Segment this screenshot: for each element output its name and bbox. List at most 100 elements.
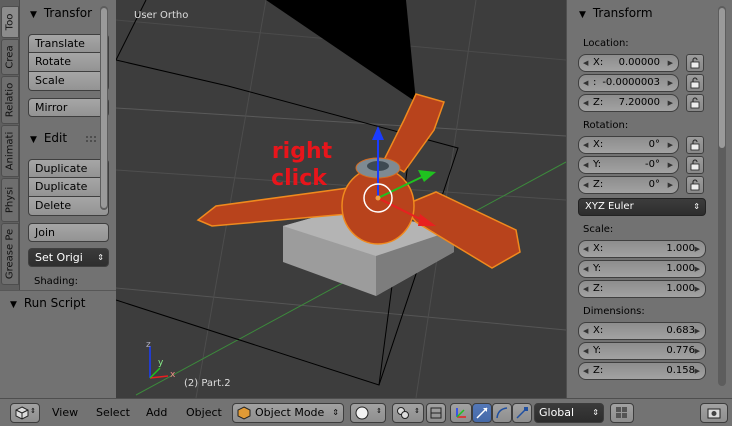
arrow-left-icon[interactable]: ◀: [583, 137, 588, 153]
orientation-dropdown[interactable]: Global ⇕: [534, 403, 604, 423]
tab-animation[interactable]: Animati: [1, 125, 19, 177]
scale-button[interactable]: Scale: [28, 72, 109, 91]
rotation-x-lock[interactable]: [686, 136, 704, 154]
arrow-right-icon[interactable]: ▶: [668, 55, 673, 71]
render-preview-button[interactable]: [700, 403, 728, 423]
layers-button[interactable]: [610, 403, 634, 423]
editor-type-button[interactable]: ⇕: [10, 403, 40, 423]
rotation-y-field[interactable]: ◀ Y: -0° ▶: [578, 156, 679, 174]
rotation-z-lock[interactable]: [686, 176, 704, 194]
arrow-right-icon[interactable]: ▶: [695, 323, 700, 339]
arrow-left-icon[interactable]: ◀: [583, 95, 588, 111]
camera-icon: [707, 408, 721, 419]
view-menu[interactable]: View: [52, 406, 78, 419]
scrollbar-thumb[interactable]: [719, 8, 725, 148]
add-menu[interactable]: Add: [146, 406, 167, 419]
rotation-y-lock[interactable]: [686, 156, 704, 174]
select-menu[interactable]: Select: [96, 406, 130, 419]
scale-z-field[interactable]: ◀ Z: 1.000 ▶: [578, 280, 706, 298]
collapse-triangle-icon: ▼: [30, 135, 37, 145]
mirror-button[interactable]: Mirror: [28, 98, 109, 117]
arrow-right-icon[interactable]: ▶: [668, 137, 673, 153]
scale-y-field[interactable]: ◀ Y: 1.000 ▶: [578, 260, 706, 278]
dimensions-x-field[interactable]: ◀ X: 0.683 ▶: [578, 322, 706, 340]
pivot-point-dropdown[interactable]: ⇕: [392, 403, 424, 423]
arrow-right-icon[interactable]: ▶: [695, 261, 700, 277]
tab-relations[interactable]: Relatio: [1, 76, 19, 124]
tab-grease-pencil[interactable]: Grease Pe: [1, 223, 19, 285]
set-origin-dropdown[interactable]: Set Origi ⇕: [28, 248, 109, 267]
dimensions-y-field[interactable]: ◀ Y: 0.776 ▶: [578, 342, 706, 360]
3d-viewport[interactable]: User Ortho (2) Part.2 right click z x y: [116, 0, 566, 398]
grid-line: [116, 107, 566, 137]
shading-label: Shading:: [34, 276, 78, 287]
arrow-left-icon[interactable]: ◀: [583, 55, 588, 71]
delete-button[interactable]: Delete: [28, 197, 109, 216]
object-menu[interactable]: Object: [186, 406, 222, 419]
run-script-header[interactable]: ▼ Run Script: [6, 292, 111, 314]
location-z-field[interactable]: ◀ Z: 7.20000 ▶: [578, 94, 679, 112]
padlock-icon: [690, 97, 700, 109]
location-z-lock[interactable]: [686, 94, 704, 112]
tab-physics[interactable]: Physi: [1, 178, 19, 222]
z-manipulator-arrow[interactable]: [372, 126, 384, 140]
join-button[interactable]: Join: [28, 223, 109, 242]
manipulator-toggle[interactable]: [450, 403, 472, 423]
pivot-align-toggle[interactable]: [426, 403, 446, 423]
updown-arrow-icon: ⇕: [693, 202, 700, 211]
dimensions-z-field[interactable]: ◀ Z: 0.158 ▶: [578, 362, 706, 380]
arrow-right-icon[interactable]: ▶: [695, 343, 700, 359]
arrow-right-icon[interactable]: ▶: [668, 177, 673, 193]
align-icon: [430, 407, 442, 419]
location-x-lock[interactable]: [686, 54, 704, 72]
rotation-mode-dropdown[interactable]: XYZ Euler ⇕: [578, 198, 706, 216]
tab-tools[interactable]: Too: [1, 6, 19, 38]
mode-dropdown[interactable]: Object Mode ⇕: [232, 403, 344, 423]
y-manipulator-arrow[interactable]: [418, 170, 436, 182]
arrow-left-icon[interactable]: ◀: [583, 241, 588, 257]
arrow-right-icon[interactable]: ▶: [695, 281, 700, 297]
arrow-left-icon[interactable]: ◀: [583, 323, 588, 339]
tab-create[interactable]: Crea: [1, 39, 19, 75]
rotation-z-field[interactable]: ◀ Z: 0° ▶: [578, 176, 679, 194]
arrow-right-icon[interactable]: ▶: [668, 95, 673, 111]
padlock-icon: [690, 139, 700, 151]
arrow-right-icon[interactable]: ▶: [668, 157, 673, 173]
tool-shelf-scrollbar[interactable]: [100, 6, 108, 210]
collapse-triangle-icon: ▼: [30, 10, 37, 20]
manipulator-icon: [456, 408, 466, 418]
scrollbar-thumb[interactable]: [101, 8, 107, 208]
arrow-right-icon[interactable]: ▶: [695, 241, 700, 257]
arrow-right-icon[interactable]: ▶: [695, 363, 700, 379]
location-x-field[interactable]: ◀ X: 0.00000 ▶: [578, 54, 679, 72]
rotate-manipulator-button[interactable]: [492, 403, 512, 423]
panel-grip-icon[interactable]: [86, 136, 96, 142]
arrow-left-icon[interactable]: ◀: [583, 281, 588, 297]
properties-scrollbar[interactable]: [718, 6, 726, 386]
translate-manipulator-button[interactable]: [472, 403, 492, 423]
arrow-right-icon[interactable]: ▶: [668, 75, 673, 91]
location-y-lock[interactable]: [686, 74, 704, 92]
arrow-left-icon[interactable]: ◀: [583, 75, 588, 91]
rotation-x-field[interactable]: ◀ X: 0° ▶: [578, 136, 679, 154]
arrow-left-icon[interactable]: ◀: [583, 343, 588, 359]
scale-x-field[interactable]: ◀ X: 1.000 ▶: [578, 240, 706, 258]
arrow-left-icon[interactable]: ◀: [583, 177, 588, 193]
arrow-left-icon[interactable]: ◀: [583, 261, 588, 277]
duplicate-button[interactable]: Duplicate: [28, 159, 109, 178]
scale-manipulator-button[interactable]: [512, 403, 532, 423]
translate-button[interactable]: Translate: [28, 34, 109, 53]
padlock-icon: [690, 179, 700, 191]
shading-dropdown[interactable]: ⇕: [350, 403, 386, 423]
collapse-triangle-icon: ▼: [10, 300, 17, 310]
rotate-button[interactable]: Rotate: [28, 53, 109, 72]
updown-arrow-icon: ⇕: [376, 407, 382, 415]
transform-properties-header[interactable]: ▼ Transform: [575, 2, 715, 24]
updown-arrow-icon: ⇕: [414, 407, 420, 415]
duplicate-linked-button[interactable]: Duplicate: [28, 178, 109, 197]
arrow-left-icon[interactable]: ◀: [583, 363, 588, 379]
location-y-field[interactable]: ◀: -0.0000003 ▶: [578, 74, 679, 92]
scale-icon: [516, 407, 528, 419]
updown-arrow-icon: ⇕: [97, 253, 104, 262]
arrow-left-icon[interactable]: ◀: [583, 157, 588, 173]
